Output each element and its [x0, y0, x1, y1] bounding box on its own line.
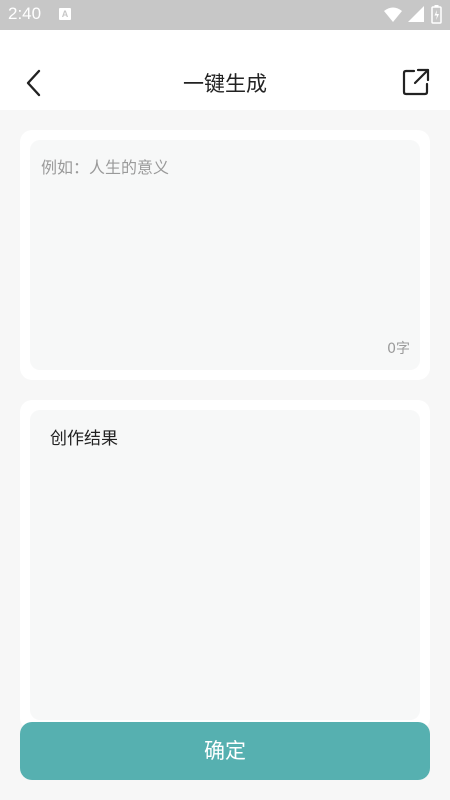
topic-input[interactable]: 例如：人生的意义 0字 [30, 140, 420, 370]
signal-icon [408, 6, 424, 22]
wifi-icon [384, 7, 402, 22]
page-title: 一键生成 [183, 72, 267, 96]
status-bar: 2:40 A [0, 0, 450, 30]
status-time: 2:40 [8, 4, 42, 23]
notification-a-icon: A [59, 8, 71, 20]
result-area[interactable]: 创作结果 [30, 410, 420, 720]
share-external-icon [402, 68, 430, 96]
input-card: 例如：人生的意义 0字 [20, 130, 430, 380]
status-icons [382, 5, 444, 25]
battery-icon [431, 5, 442, 24]
confirm-button[interactable]: 确定 [20, 722, 430, 780]
topic-input-placeholder: 例如：人生的意义 [41, 158, 170, 177]
share-button[interactable] [402, 68, 430, 96]
result-label: 创作结果 [50, 429, 118, 449]
char-count: 0字 [387, 341, 410, 357]
result-card: 创作结果 [20, 400, 430, 730]
app-bar: 一键生成 [0, 30, 450, 110]
